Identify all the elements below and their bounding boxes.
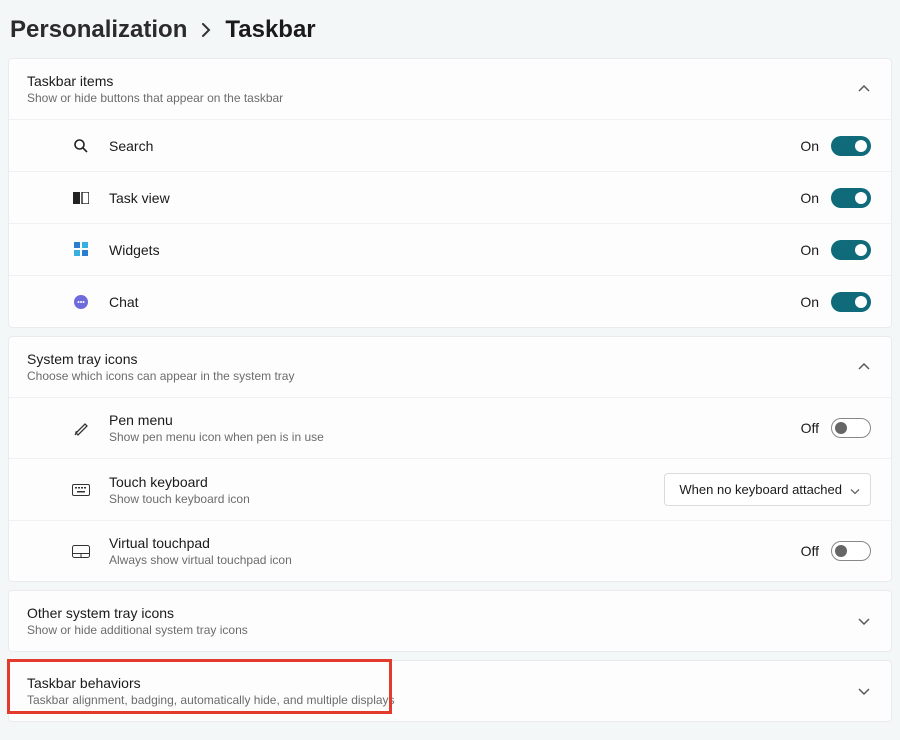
row-title: Widgets: [109, 242, 800, 258]
select-value: When no keyboard attached: [679, 482, 842, 497]
section-subtitle: Taskbar alignment, badging, automaticall…: [27, 693, 857, 707]
toggle-state: On: [800, 138, 819, 154]
section-title: Taskbar items: [27, 73, 857, 89]
chevron-down-icon: [850, 482, 860, 497]
toggle-state: Off: [801, 420, 819, 436]
toggle-widgets[interactable]: [831, 240, 871, 260]
section-taskbar-behaviors: Taskbar behaviors Taskbar alignment, bad…: [8, 660, 892, 722]
chevron-right-icon: [201, 21, 211, 42]
section-header-taskbar-items[interactable]: Taskbar items Show or hide buttons that …: [9, 59, 891, 119]
row-title: Task view: [109, 190, 800, 206]
row-chat: Chat On: [9, 275, 891, 327]
toggle-virtual-touchpad[interactable]: [831, 541, 871, 561]
pen-icon: [71, 418, 91, 438]
select-touch-keyboard[interactable]: When no keyboard attached: [664, 473, 871, 506]
row-touch-keyboard: Touch keyboard Show touch keyboard icon …: [9, 458, 891, 520]
chevron-down-icon: [857, 614, 871, 628]
toggle-pen-menu[interactable]: [831, 418, 871, 438]
chevron-up-icon: [857, 82, 871, 96]
row-title: Touch keyboard: [109, 474, 664, 490]
row-virtual-touchpad: Virtual touchpad Always show virtual tou…: [9, 520, 891, 581]
breadcrumb: Personalization Taskbar: [8, 8, 892, 58]
row-search: Search On: [9, 119, 891, 171]
row-subtitle: Show pen menu icon when pen is in use: [109, 430, 801, 444]
section-subtitle: Show or hide additional system tray icon…: [27, 623, 857, 637]
chevron-up-icon: [857, 360, 871, 374]
row-pen-menu: Pen menu Show pen menu icon when pen is …: [9, 397, 891, 458]
toggle-chat[interactable]: [831, 292, 871, 312]
toggle-state: On: [800, 242, 819, 258]
row-subtitle: Always show virtual touchpad icon: [109, 553, 801, 567]
row-widgets: Widgets On: [9, 223, 891, 275]
section-title: System tray icons: [27, 351, 857, 367]
section-system-tray: System tray icons Choose which icons can…: [8, 336, 892, 582]
section-header-taskbar-behaviors[interactable]: Taskbar behaviors Taskbar alignment, bad…: [9, 661, 891, 721]
toggle-search[interactable]: [831, 136, 871, 156]
breadcrumb-current: Taskbar: [225, 16, 315, 44]
section-title: Other system tray icons: [27, 605, 857, 621]
breadcrumb-parent[interactable]: Personalization: [10, 16, 187, 44]
search-icon: [71, 136, 91, 156]
chat-icon: [71, 292, 91, 312]
keyboard-icon: [71, 480, 91, 500]
row-task-view: Task view On: [9, 171, 891, 223]
toggle-state: Off: [801, 543, 819, 559]
row-title: Virtual touchpad: [109, 535, 801, 551]
section-other-tray: Other system tray icons Show or hide add…: [8, 590, 892, 652]
touchpad-icon: [71, 541, 91, 561]
row-title: Search: [109, 138, 800, 154]
toggle-task-view[interactable]: [831, 188, 871, 208]
row-subtitle: Show touch keyboard icon: [109, 492, 664, 506]
task-view-icon: [71, 188, 91, 208]
section-header-other-tray[interactable]: Other system tray icons Show or hide add…: [9, 591, 891, 651]
section-title: Taskbar behaviors: [27, 675, 857, 691]
row-title: Pen menu: [109, 412, 801, 428]
section-header-system-tray[interactable]: System tray icons Choose which icons can…: [9, 337, 891, 397]
chevron-down-icon: [857, 684, 871, 698]
section-subtitle: Show or hide buttons that appear on the …: [27, 91, 857, 105]
section-taskbar-items: Taskbar items Show or hide buttons that …: [8, 58, 892, 328]
widgets-icon: [71, 240, 91, 260]
section-subtitle: Choose which icons can appear in the sys…: [27, 369, 857, 383]
toggle-state: On: [800, 294, 819, 310]
row-title: Chat: [109, 294, 800, 310]
toggle-state: On: [800, 190, 819, 206]
